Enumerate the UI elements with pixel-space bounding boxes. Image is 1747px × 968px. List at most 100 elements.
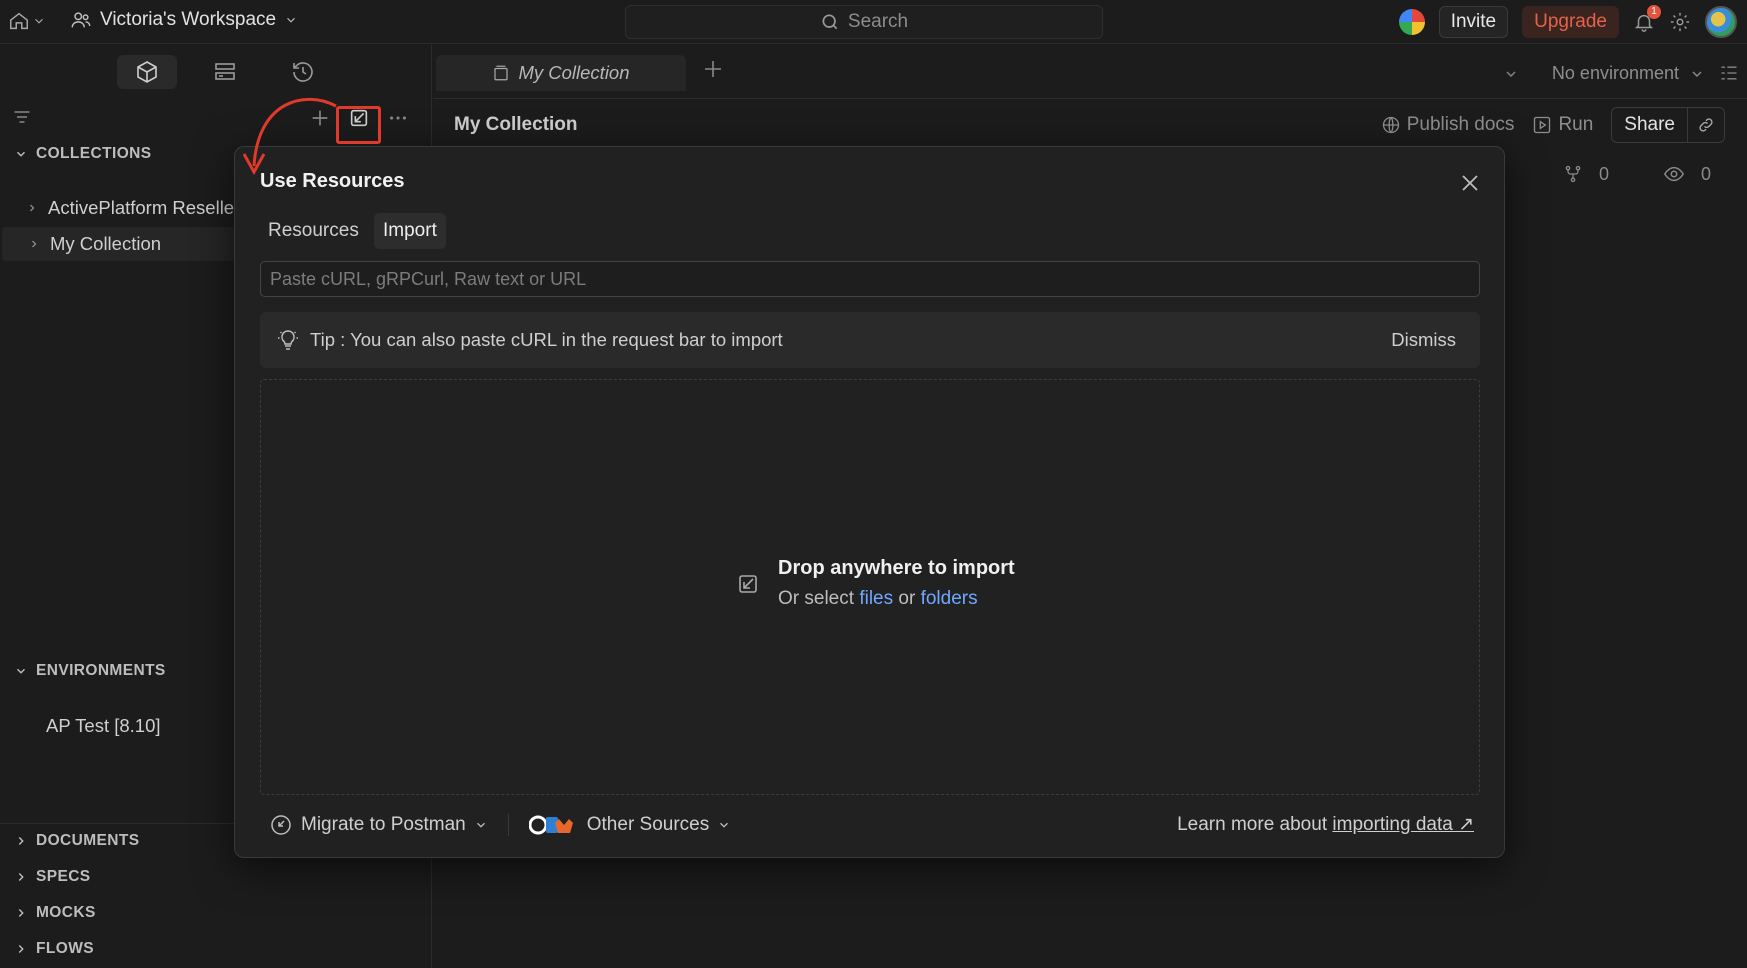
section-specs[interactable]: SPECS <box>14 868 91 886</box>
modal-footer: Migrate to Postman Other Sources Learn m… <box>260 807 1480 843</box>
annotation-arrow <box>242 97 337 176</box>
gear-icon[interactable] <box>1669 11 1691 33</box>
drop-zone[interactable]: Drop anywhere to import Or select files … <box>260 379 1480 795</box>
tip-text: Tip : You can also paste cURL in the req… <box>310 329 783 350</box>
lightbulb-icon <box>276 328 300 352</box>
run-button[interactable]: Run <box>1532 114 1593 136</box>
drop-subtitle: Or select files or folders <box>778 588 1015 610</box>
browser-agent-icon[interactable] <box>1398 9 1425 35</box>
more-options-icon[interactable] <box>387 107 409 129</box>
learn-more-text: Learn more about <box>1177 814 1328 835</box>
section-label: FLOWS <box>36 940 94 957</box>
migrate-label: Migrate to Postman <box>301 814 466 835</box>
publish-docs-button[interactable]: Publish docs <box>1381 114 1515 136</box>
chevron-down-icon <box>14 147 28 161</box>
notification-badge: 1 <box>1647 5 1661 19</box>
environment-value: No environment <box>1551 63 1679 83</box>
environment-icon <box>213 60 237 84</box>
tab-my-collection[interactable]: My Collection <box>436 55 686 91</box>
import-modal: Use Resources Resources Import Tip : You… <box>234 146 1505 858</box>
workspace-switcher[interactable]: Victoria's Workspace <box>70 9 298 31</box>
collection-name: My Collection <box>50 233 162 254</box>
importing-data-link[interactable]: importing data ↗ <box>1332 814 1474 835</box>
drop-text: Drop anywhere to import Or select files … <box>778 557 1015 610</box>
source-logos-icon <box>528 813 579 837</box>
watcher-count: 0 <box>1700 163 1711 184</box>
notifications-button[interactable]: 1 <box>1633 5 1661 33</box>
sidebar-tab-history[interactable] <box>273 55 333 89</box>
run-label: Run <box>1558 114 1594 135</box>
chevron-down-icon <box>284 13 298 27</box>
other-sources-label: Other Sources <box>586 814 710 835</box>
section-mocks[interactable]: MOCKS <box>14 904 96 922</box>
sidebar-tab-collections[interactable] <box>117 55 177 89</box>
collection-item[interactable]: My Collection <box>2 227 242 261</box>
share-button[interactable]: Share <box>1612 108 1688 142</box>
drop-title: Drop anywhere to import <box>778 557 1015 579</box>
eye-icon[interactable] <box>1663 163 1685 185</box>
publish-docs-label: Publish docs <box>1406 114 1515 135</box>
chevron-right-icon <box>26 202 38 214</box>
collection-actions: Publish docs Run Share <box>1381 107 1725 143</box>
chevron-down-icon <box>474 818 488 832</box>
history-icon <box>291 60 315 84</box>
tab-bar: My Collection No environment <box>433 45 1747 99</box>
section-label: ENVIRONMENTS <box>36 662 166 679</box>
environment-item[interactable]: AP Test [8.10] <box>46 715 161 737</box>
migrate-dropdown[interactable]: Migrate to Postman <box>269 813 488 837</box>
environment-select[interactable]: No environment <box>1552 63 1705 84</box>
chevron-right-icon <box>28 238 40 250</box>
top-bar: Victoria's Workspace Search Invite Upgra… <box>0 0 1747 44</box>
close-button[interactable] <box>1458 171 1482 195</box>
fork-count: 0 <box>1598 163 1609 184</box>
tip-banner: Tip : You can also paste cURL in the req… <box>260 312 1480 368</box>
cube-icon <box>135 60 159 84</box>
upgrade-button[interactable]: Upgrade <box>1522 6 1619 38</box>
dismiss-button[interactable]: Dismiss <box>1391 312 1456 368</box>
section-label: DOCUMENTS <box>36 832 140 849</box>
top-actions: Invite Upgrade 1 <box>1398 5 1737 39</box>
share-group: Share <box>1611 107 1725 143</box>
tabs-dropdown[interactable] <box>1503 66 1519 82</box>
search-bar[interactable]: Search <box>625 5 1103 39</box>
user-avatar[interactable] <box>1705 6 1737 38</box>
section-label: COLLECTIONS <box>36 145 152 162</box>
collection-item[interactable]: ActivePlatform Reseller <box>0 191 240 225</box>
drop-zone-content: Drop anywhere to import Or select files … <box>736 557 1015 610</box>
select-folders-link[interactable]: folders <box>921 588 978 609</box>
import-icon <box>736 572 760 596</box>
paste-input[interactable] <box>260 261 1480 297</box>
chevron-down-icon <box>32 14 46 28</box>
select-files-link[interactable]: files <box>859 588 893 609</box>
tab-import[interactable]: Import <box>374 213 446 249</box>
close-icon <box>1458 171 1482 195</box>
globe-icon <box>1381 115 1401 135</box>
other-sources-dropdown[interactable]: Other Sources <box>528 813 732 837</box>
collection-icon <box>492 64 510 82</box>
team-icon <box>70 9 92 31</box>
divider <box>507 814 509 836</box>
invite-button[interactable]: Invite <box>1438 6 1509 38</box>
section-environments[interactable]: ENVIRONMENTS <box>14 662 166 680</box>
section-documents[interactable]: DOCUMENTS <box>14 832 140 850</box>
chevron-down-icon <box>717 818 731 832</box>
fork-icon[interactable] <box>1563 164 1583 184</box>
section-collections[interactable]: COLLECTIONS <box>14 145 151 163</box>
tab-label: My Collection <box>518 62 630 83</box>
sidebar-tab-environments[interactable] <box>195 55 255 89</box>
copy-link-button[interactable] <box>1688 108 1724 142</box>
new-tab-button[interactable] <box>701 57 725 81</box>
environment-quicklook-icon[interactable] <box>1719 63 1739 83</box>
collection-name: ActivePlatform Reseller <box>48 197 240 218</box>
section-label: SPECS <box>36 868 91 885</box>
tab-resources[interactable]: Resources <box>259 213 368 249</box>
drop-or: or <box>898 588 916 609</box>
section-flows[interactable]: FLOWS <box>14 940 94 958</box>
link-icon <box>1697 116 1715 134</box>
drop-or-select: Or select <box>778 588 855 609</box>
chevron-down-icon <box>1689 66 1705 82</box>
collection-title: My Collection <box>454 114 578 135</box>
home-button[interactable] <box>8 10 46 32</box>
workspace-name: Victoria's Workspace <box>100 9 277 30</box>
filter-icon[interactable] <box>12 107 32 127</box>
